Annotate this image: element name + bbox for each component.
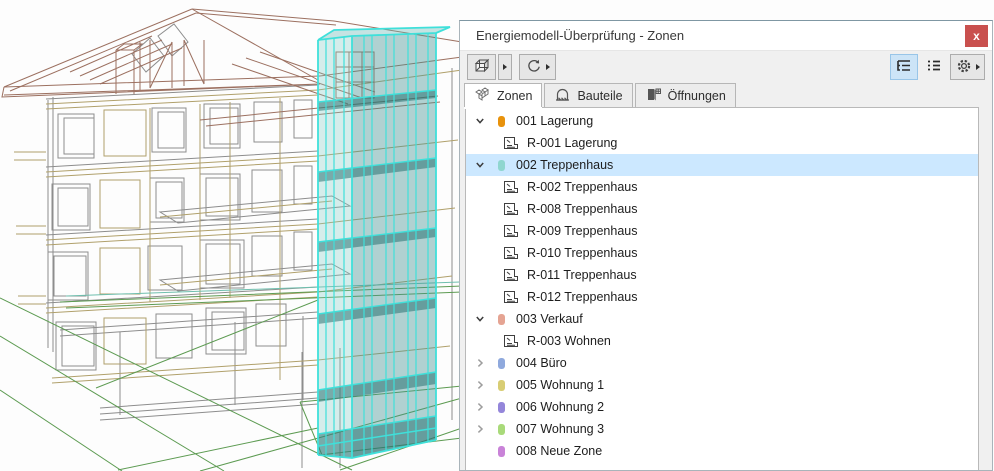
zone-color-chip — [498, 357, 505, 369]
close-button[interactable]: x — [965, 25, 988, 47]
chevron-right-icon[interactable] — [475, 380, 492, 390]
room-label: R-001 Lagerung — [527, 136, 618, 150]
energy-model-panel: Energiemodell-Überprüfung - Zonen x Zone… — [459, 20, 993, 471]
tab-oeffnungen[interactable]: Öffnungen — [634, 83, 736, 107]
zone-row[interactable]: 004 Büro — [466, 352, 978, 374]
app-root: Energiemodell-Überprüfung - Zonen x Zone… — [0, 0, 994, 471]
zone-row[interactable]: 005 Wohnung 1 — [466, 374, 978, 396]
chevron-right-icon[interactable] — [475, 358, 492, 368]
zone-row[interactable]: 007 Wohnung 3 — [466, 418, 978, 440]
gear-icon — [955, 57, 973, 78]
zone-row[interactable]: 003 Verkauf — [466, 308, 978, 330]
tree-view-toggle[interactable] — [890, 54, 918, 80]
zone-stamp-icon — [503, 246, 519, 260]
chevron-down-icon[interactable] — [475, 314, 492, 324]
flat-view-toggle[interactable] — [920, 54, 948, 80]
zone-label: 005 Wohnung 1 — [516, 378, 605, 392]
room-row[interactable]: R-008 Treppenhaus — [466, 198, 978, 220]
zone-row[interactable]: 001 Lagerung — [466, 110, 978, 132]
building-element-icon — [554, 87, 571, 105]
room-row[interactable]: R-002 Treppenhaus — [466, 176, 978, 198]
zone-label: 001 Lagerung — [516, 114, 594, 128]
zone-label: 002 Treppenhaus — [516, 158, 614, 172]
selected-zone-prism — [317, 26, 451, 459]
tab-label: Öffnungen — [667, 88, 726, 103]
cube-3d-icon — [472, 57, 491, 77]
zone-color-chip — [498, 379, 505, 391]
update-button[interactable] — [519, 54, 556, 80]
dropdown-arrow-icon — [546, 64, 550, 70]
chevron-right-icon[interactable] — [475, 402, 492, 412]
room-row[interactable]: R-010 Treppenhaus — [466, 242, 978, 264]
tab-bar: Zonen Bauteile Öffnungen — [460, 83, 992, 107]
zone-color-chip — [498, 115, 505, 127]
zones-cubes-icon — [474, 86, 491, 105]
tab-bauteile[interactable]: Bauteile — [544, 83, 633, 107]
settings-button[interactable] — [950, 54, 985, 80]
zone-stamp-icon — [503, 202, 519, 216]
dropdown-arrow-icon — [976, 64, 980, 70]
room-row[interactable]: R-012 Treppenhaus — [466, 286, 978, 308]
zone-stamp-icon — [503, 180, 519, 194]
flat-list-icon — [925, 58, 943, 76]
room-label: R-002 Treppenhaus — [527, 180, 638, 194]
chevron-down-icon[interactable] — [475, 160, 492, 170]
zone-label: 004 Büro — [516, 356, 567, 370]
zone-tree: 001 Lagerung R-001 Lagerung 002 Treppenhau… — [465, 107, 979, 470]
zone-stamp-icon — [503, 334, 519, 348]
tree-view-icon — [895, 58, 913, 76]
room-row[interactable]: R-011 Treppenhaus — [466, 264, 978, 286]
door-opening-icon — [645, 87, 662, 105]
zone-stamp-icon — [503, 136, 519, 150]
room-row[interactable]: R-009 Treppenhaus — [466, 220, 978, 242]
chevron-right-icon[interactable] — [475, 424, 492, 434]
show-in-3d-button[interactable] — [467, 54, 496, 80]
zone-stamp-icon — [503, 224, 519, 238]
dropdown-arrow-icon — [503, 64, 507, 70]
room-label: R-003 Wohnen — [527, 334, 611, 348]
zone-label: 003 Verkauf — [516, 312, 583, 326]
zone-color-chip — [498, 159, 505, 171]
chevron-down-icon[interactable] — [475, 116, 492, 126]
panel-title: Energiemodell-Überprüfung - Zonen — [476, 28, 685, 43]
refresh-icon — [525, 57, 543, 78]
zone-stamp-icon — [503, 268, 519, 282]
room-label: R-011 Treppenhaus — [527, 268, 637, 282]
tab-zonen[interactable]: Zonen — [464, 83, 543, 107]
panel-toolbar — [460, 51, 992, 83]
zone-color-chip — [498, 401, 505, 413]
tab-label: Bauteile — [577, 88, 623, 103]
zone-color-chip — [498, 423, 505, 435]
panel-titlebar[interactable]: Energiemodell-Überprüfung - Zonen x — [460, 21, 992, 51]
room-label: R-008 Treppenhaus — [527, 202, 638, 216]
tab-label: Zonen — [497, 88, 533, 103]
zone-label: 007 Wohnung 3 — [516, 422, 605, 436]
zone-stamp-icon — [503, 290, 519, 304]
show-in-3d-dropdown[interactable] — [498, 54, 512, 80]
room-label: R-012 Treppenhaus — [527, 290, 638, 304]
zone-color-chip — [498, 445, 505, 457]
room-row[interactable]: R-003 Wohnen — [466, 330, 978, 352]
zone-color-chip — [498, 313, 505, 325]
zone-label: 008 Neue Zone — [516, 444, 603, 458]
room-label: R-009 Treppenhaus — [527, 224, 638, 238]
zone-label: 006 Wohnung 2 — [516, 400, 605, 414]
room-row[interactable]: R-001 Lagerung — [466, 132, 978, 154]
room-label: R-010 Treppenhaus — [527, 246, 638, 260]
zone-row[interactable]: 008 Neue Zone — [466, 440, 978, 462]
zone-row[interactable]: 002 Treppenhaus — [466, 154, 978, 176]
zone-row[interactable]: 006 Wohnung 2 — [466, 396, 978, 418]
